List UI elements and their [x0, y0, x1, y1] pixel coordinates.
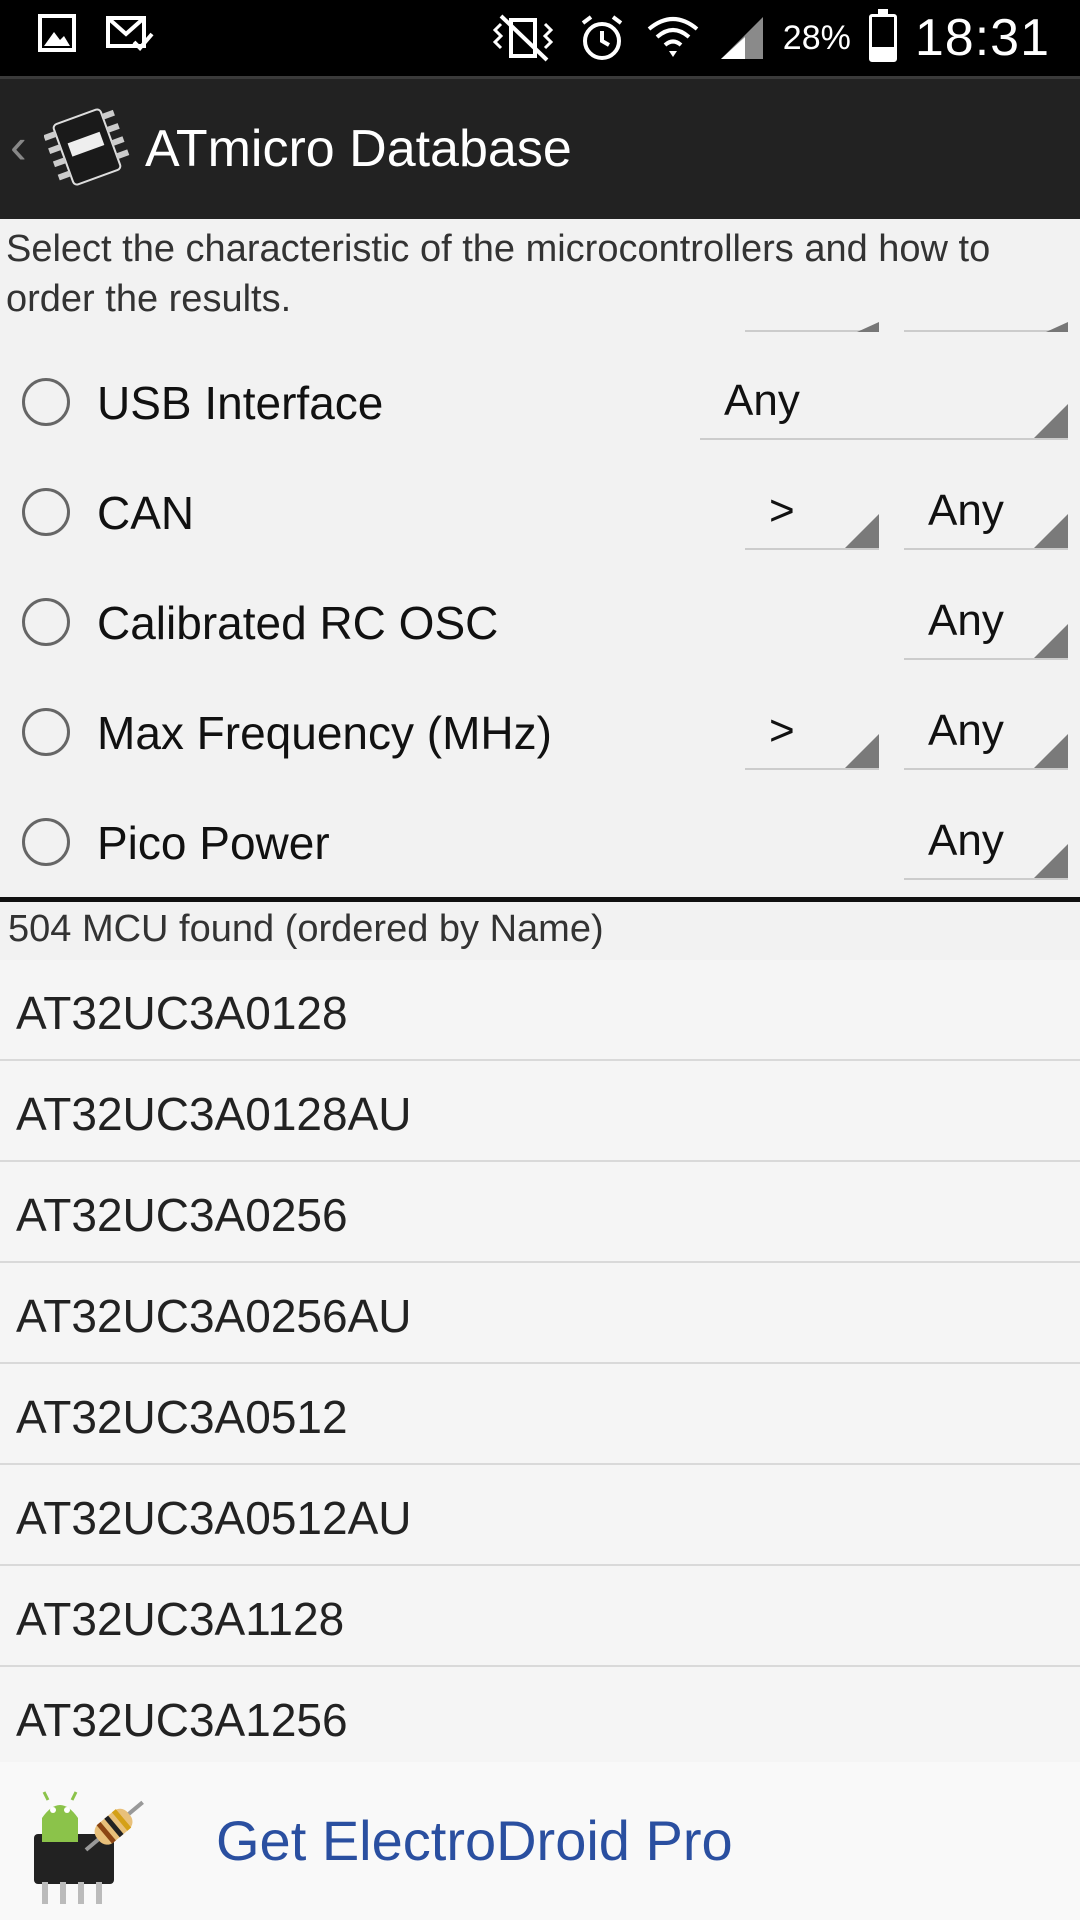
gallery-icon — [38, 14, 76, 52]
value-spinner[interactable]: Any — [904, 808, 1068, 880]
filter-row-calibrated-rc-osc[interactable]: Calibrated RC OSC Any — [0, 570, 1080, 680]
action-bar: ‹ ATmicro Database — [0, 76, 1080, 219]
list-item-label: AT32UC3A0128 — [16, 987, 348, 1039]
filter-row-max-frequency[interactable]: Max Frequency (MHz) > Any — [0, 680, 1080, 790]
vibrate-icon — [492, 14, 553, 62]
list-item-label: AT32UC3A1128 — [16, 1593, 345, 1645]
status-bar: 28% 18:31 — [0, 0, 1080, 76]
spinner-corner-icon — [845, 514, 879, 548]
spinner-value: Any — [724, 376, 800, 425]
radio-button[interactable] — [22, 598, 70, 646]
spinner-value: Any — [928, 486, 1004, 535]
spinner-stub-value — [904, 322, 1068, 332]
mail-icon — [106, 16, 154, 51]
electrodroid-icon — [34, 1791, 144, 1904]
list-item-label: AT32UC3A0512 — [16, 1391, 348, 1443]
section-divider — [0, 897, 1080, 902]
signal-icon — [720, 17, 763, 59]
list-item[interactable]: AT32UC3A0512 — [0, 1364, 1080, 1465]
list-item[interactable]: AT32UC3A0512AU — [0, 1465, 1080, 1566]
alarm-icon — [581, 15, 622, 60]
results-count: 504 MCU found (ordered by Name) — [8, 908, 604, 950]
spinner-stub-operator — [745, 322, 879, 332]
spinner-corner-icon — [1034, 404, 1068, 438]
spinner-value: Any — [928, 596, 1004, 645]
filter-label: Calibrated RC OSC — [97, 597, 499, 649]
chip-app-icon[interactable] — [44, 101, 130, 193]
filter-label: CAN — [97, 487, 195, 539]
list-item[interactable]: AT32UC3A1256 — [0, 1667, 1080, 1768]
value-spinner[interactable]: Any — [700, 368, 1068, 440]
battery-percent: 28% — [782, 18, 851, 57]
get-pro-link[interactable]: Get ElectroDroid Pro — [216, 1808, 733, 1873]
results-list: AT32UC3A0128 AT32UC3A0128AU AT32UC3A0256… — [0, 960, 1080, 1768]
list-item[interactable]: AT32UC3A0256AU — [0, 1263, 1080, 1364]
list-item-label: AT32UC3A0256AU — [16, 1290, 412, 1342]
spinner-corner-icon — [1034, 844, 1068, 878]
wifi-icon — [647, 17, 699, 57]
page-title: ATmicro Database — [145, 120, 572, 178]
list-item-label: AT32UC3A0256 — [16, 1189, 348, 1241]
filter-label: USB Interface — [97, 377, 384, 429]
filter-row-usb-interface[interactable]: USB Interface Any — [0, 350, 1080, 460]
spinner-value: Any — [928, 706, 1004, 755]
spinner-corner-icon — [1034, 624, 1068, 658]
list-item[interactable]: AT32UC3A0128 — [0, 960, 1080, 1061]
list-item[interactable]: AT32UC3A0128AU — [0, 1061, 1080, 1162]
spinner-operator: > — [769, 486, 795, 535]
operator-spinner[interactable]: > — [745, 478, 879, 550]
radio-button[interactable] — [22, 708, 70, 756]
spinner-value: Any — [928, 816, 1004, 865]
spinner-corner-icon — [1034, 734, 1068, 768]
filter-description: Select the characteristic of the microco… — [6, 228, 991, 320]
filter-label: Pico Power — [97, 817, 330, 869]
filter-label: Max Frequency (MHz) — [97, 707, 552, 759]
operator-spinner[interactable]: > — [745, 698, 879, 770]
battery-icon — [868, 9, 897, 62]
list-item[interactable]: AT32UC3A1128 — [0, 1566, 1080, 1667]
clock: 18:31 — [914, 9, 1050, 67]
radio-button[interactable] — [22, 818, 70, 866]
filter-row-can[interactable]: CAN > Any — [0, 460, 1080, 570]
value-spinner[interactable]: Any — [904, 588, 1068, 660]
back-chevron-icon[interactable]: ‹ — [10, 117, 27, 175]
filter-row-pico-power[interactable]: Pico Power Any — [0, 790, 1080, 900]
spinner-corner-icon — [845, 734, 879, 768]
radio-button[interactable] — [22, 378, 70, 426]
spinner-operator: > — [769, 706, 795, 755]
list-item-label: AT32UC3A1256 — [16, 1694, 348, 1746]
radio-button[interactable] — [22, 488, 70, 536]
promo-banner[interactable]: Get ElectroDroid Pro — [0, 1762, 1080, 1920]
value-spinner[interactable]: Any — [904, 478, 1068, 550]
spinner-corner-icon — [1034, 514, 1068, 548]
value-spinner[interactable]: Any — [904, 698, 1068, 770]
list-item[interactable]: AT32UC3A0256 — [0, 1162, 1080, 1263]
list-item-label: AT32UC3A0128AU — [16, 1088, 412, 1140]
list-item-label: AT32UC3A0512AU — [16, 1492, 412, 1544]
